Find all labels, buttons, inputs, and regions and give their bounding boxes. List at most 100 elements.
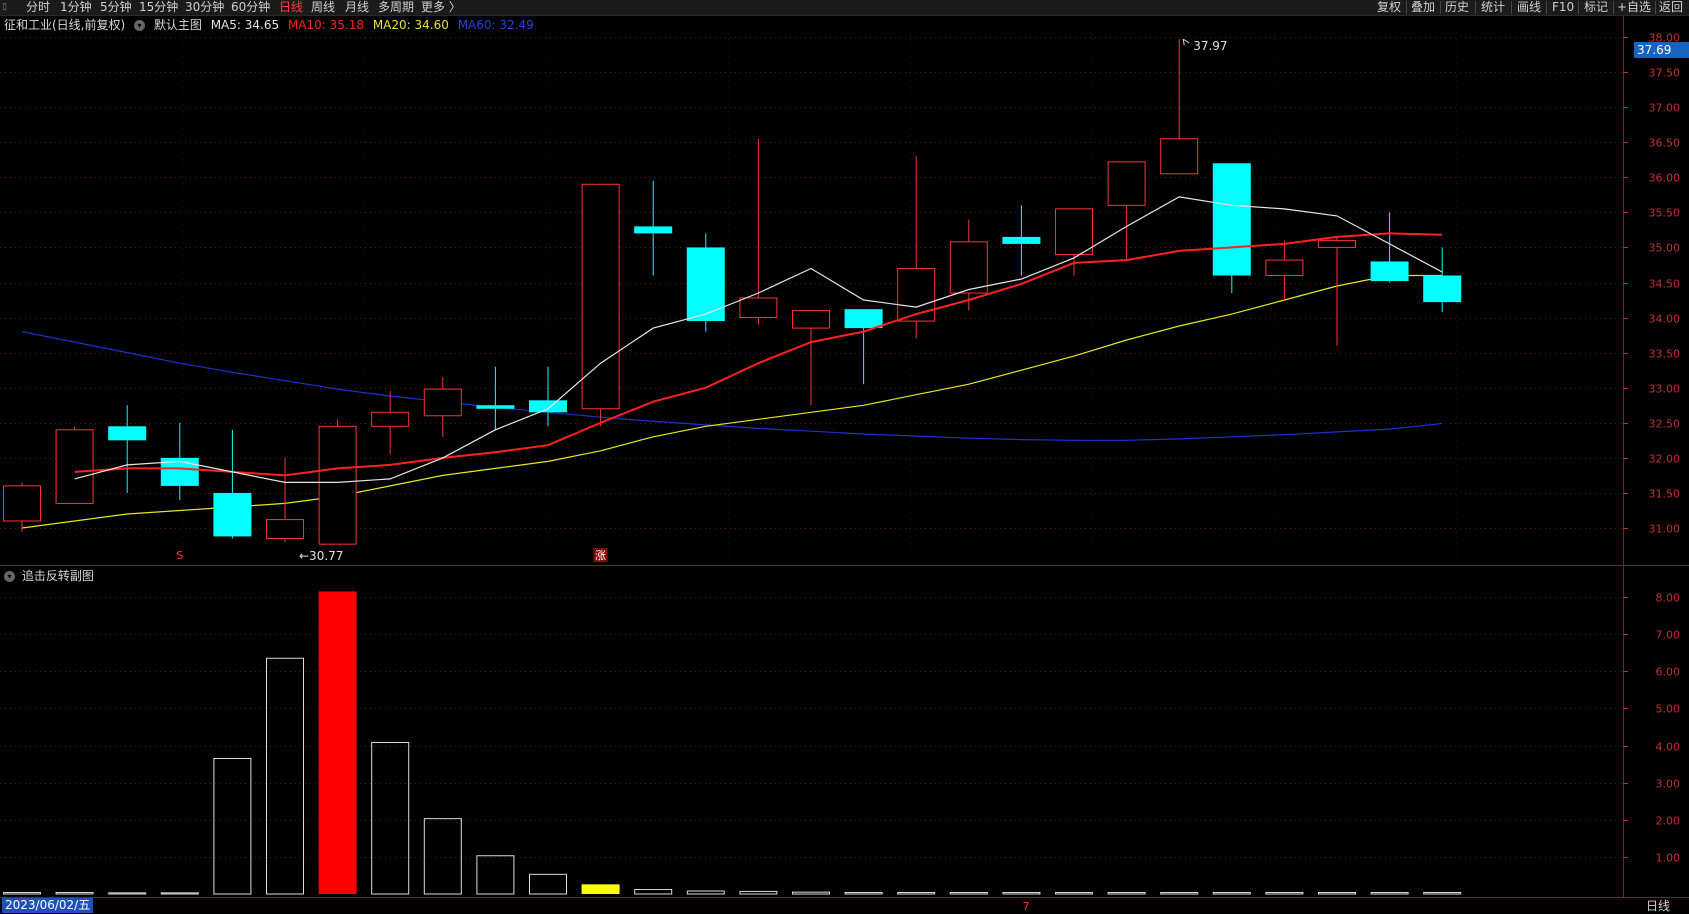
main-tick-label: 35.00 <box>1649 242 1681 255</box>
sub-bar <box>160 892 199 895</box>
main-tick-label: 35.50 <box>1649 207 1681 220</box>
sub-tick-label: 1.00 <box>1656 852 1681 865</box>
toolbar-grip-icon[interactable]: ▯ <box>2 2 12 12</box>
tab-weekly[interactable]: 周线 <box>311 0 335 15</box>
main-tick-label: 37.50 <box>1649 67 1681 80</box>
main-tick-label: 31.50 <box>1649 488 1681 501</box>
candle-body <box>529 400 567 413</box>
signal-s-marker: S <box>176 549 183 562</box>
candle-body <box>371 411 410 427</box>
candle <box>686 233 725 332</box>
tool-mark[interactable]: 标记 <box>1584 0 1608 15</box>
main-tick-label: 34.00 <box>1649 313 1681 326</box>
sub-bar <box>371 742 410 895</box>
candle <box>1002 205 1041 276</box>
sub-bar <box>739 890 778 895</box>
sub-bar <box>897 892 936 895</box>
tool-overlay[interactable]: 叠加 <box>1411 0 1435 15</box>
candle-body <box>1370 261 1409 282</box>
tab-1min[interactable]: 1分钟 <box>60 0 92 15</box>
high-arrow-icon <box>1182 38 1190 46</box>
candle-body <box>1212 163 1251 276</box>
candle-body <box>949 241 988 294</box>
sub-bar <box>581 884 620 894</box>
tab-multi-period[interactable]: 多周期 <box>378 0 414 15</box>
candle <box>1265 240 1304 301</box>
sub-bar <box>844 892 883 895</box>
cursor-date-label: 2023/06/02/五 <box>2 898 94 913</box>
tool-fuquan[interactable]: 复权 <box>1377 0 1401 15</box>
candle-body <box>1002 236 1041 244</box>
sub-bar <box>1265 892 1304 895</box>
tab-60min[interactable]: 60分钟 <box>231 0 270 15</box>
candle <box>266 457 304 543</box>
candle-body <box>792 310 830 329</box>
sub-bar <box>3 892 41 895</box>
ma20-value: MA20: 34.60 <box>372 18 449 32</box>
candle-body <box>1107 161 1146 206</box>
sub-bar <box>55 892 94 895</box>
tab-daily[interactable]: 日线 <box>279 0 303 15</box>
candle-body <box>686 247 725 322</box>
candle <box>792 310 830 406</box>
tab-30min[interactable]: 30分钟 <box>185 0 224 15</box>
candle-body <box>739 297 778 319</box>
period-label[interactable]: 日线 <box>1646 899 1670 914</box>
sub-chart-label[interactable]: 追击反转副图 <box>22 569 94 583</box>
tool-back[interactable]: 返回 <box>1659 0 1683 15</box>
sub-tick-label: 2.00 <box>1656 815 1681 828</box>
candle-body <box>844 309 883 329</box>
tool-draw-line[interactable]: 画线 <box>1517 0 1541 15</box>
sub-chart-menu-icon[interactable]: ▾ <box>4 571 15 582</box>
candle-body <box>1160 138 1199 175</box>
main-chart-label[interactable]: 默认主图 <box>154 18 202 32</box>
sub-bar <box>529 873 567 895</box>
sub-bar <box>318 591 357 894</box>
tab-monthly[interactable]: 月线 <box>345 0 369 15</box>
candle <box>1423 247 1462 312</box>
sub-tick-label: 8.00 <box>1656 592 1681 605</box>
main-tick-label: 31.00 <box>1649 523 1681 536</box>
tool-history[interactable]: 历史 <box>1445 0 1469 15</box>
candle <box>476 366 515 430</box>
tool-f10[interactable]: F10 <box>1552 0 1574 15</box>
candle-body <box>108 426 147 441</box>
tool-statistics[interactable]: 统计 <box>1481 0 1505 15</box>
sub-bar <box>108 892 147 895</box>
main-tick-label: 36.50 <box>1649 137 1681 150</box>
tab-more[interactable]: 更多 〉 <box>421 0 461 15</box>
sub-chart-header: ▾ 追击反转副图 <box>4 568 94 584</box>
sub-bar <box>1160 892 1199 895</box>
sub-bar <box>1423 892 1462 895</box>
stock-title[interactable]: 征和工业(日线,前复权) <box>4 18 125 32</box>
main-chart-menu-icon[interactable]: ▾ <box>134 20 146 31</box>
candle <box>3 482 41 532</box>
sub-bar <box>1107 892 1146 895</box>
period-toolbar: ▯ 分时 1分钟 5分钟 15分钟 30分钟 60分钟 日线 周线 月线 多周期… <box>0 0 1689 16</box>
tab-15min[interactable]: 15分钟 <box>139 0 178 15</box>
candle-body <box>634 226 673 234</box>
candle <box>1160 39 1199 175</box>
candle <box>213 429 252 539</box>
sub-bar <box>1002 892 1041 895</box>
candle-body <box>1423 275 1462 303</box>
candle <box>739 138 778 325</box>
high-price-label: 37.97 <box>1193 39 1227 53</box>
candle-body <box>423 388 462 417</box>
candle-body <box>266 519 304 540</box>
signal-zhang-marker: 涨 <box>595 549 606 562</box>
candle <box>1055 208 1093 276</box>
tab-5min[interactable]: 5分钟 <box>100 0 132 15</box>
tool-add-watchlist[interactable]: +自选 <box>1617 0 1651 15</box>
sub-bar <box>1212 892 1251 895</box>
sub-tick-label: 3.00 <box>1656 778 1681 791</box>
sub-bar <box>213 757 252 895</box>
tab-fenshi[interactable]: 分时 <box>26 0 50 15</box>
sub-bar <box>686 890 725 895</box>
candle-body <box>318 425 357 545</box>
sub-bar <box>266 657 304 895</box>
signal-7-marker: 7 <box>1023 900 1030 913</box>
main-tick-label: 36.00 <box>1649 172 1681 185</box>
ma60-value: MA60: 32.49 <box>457 18 534 32</box>
sub-bar <box>423 818 462 895</box>
